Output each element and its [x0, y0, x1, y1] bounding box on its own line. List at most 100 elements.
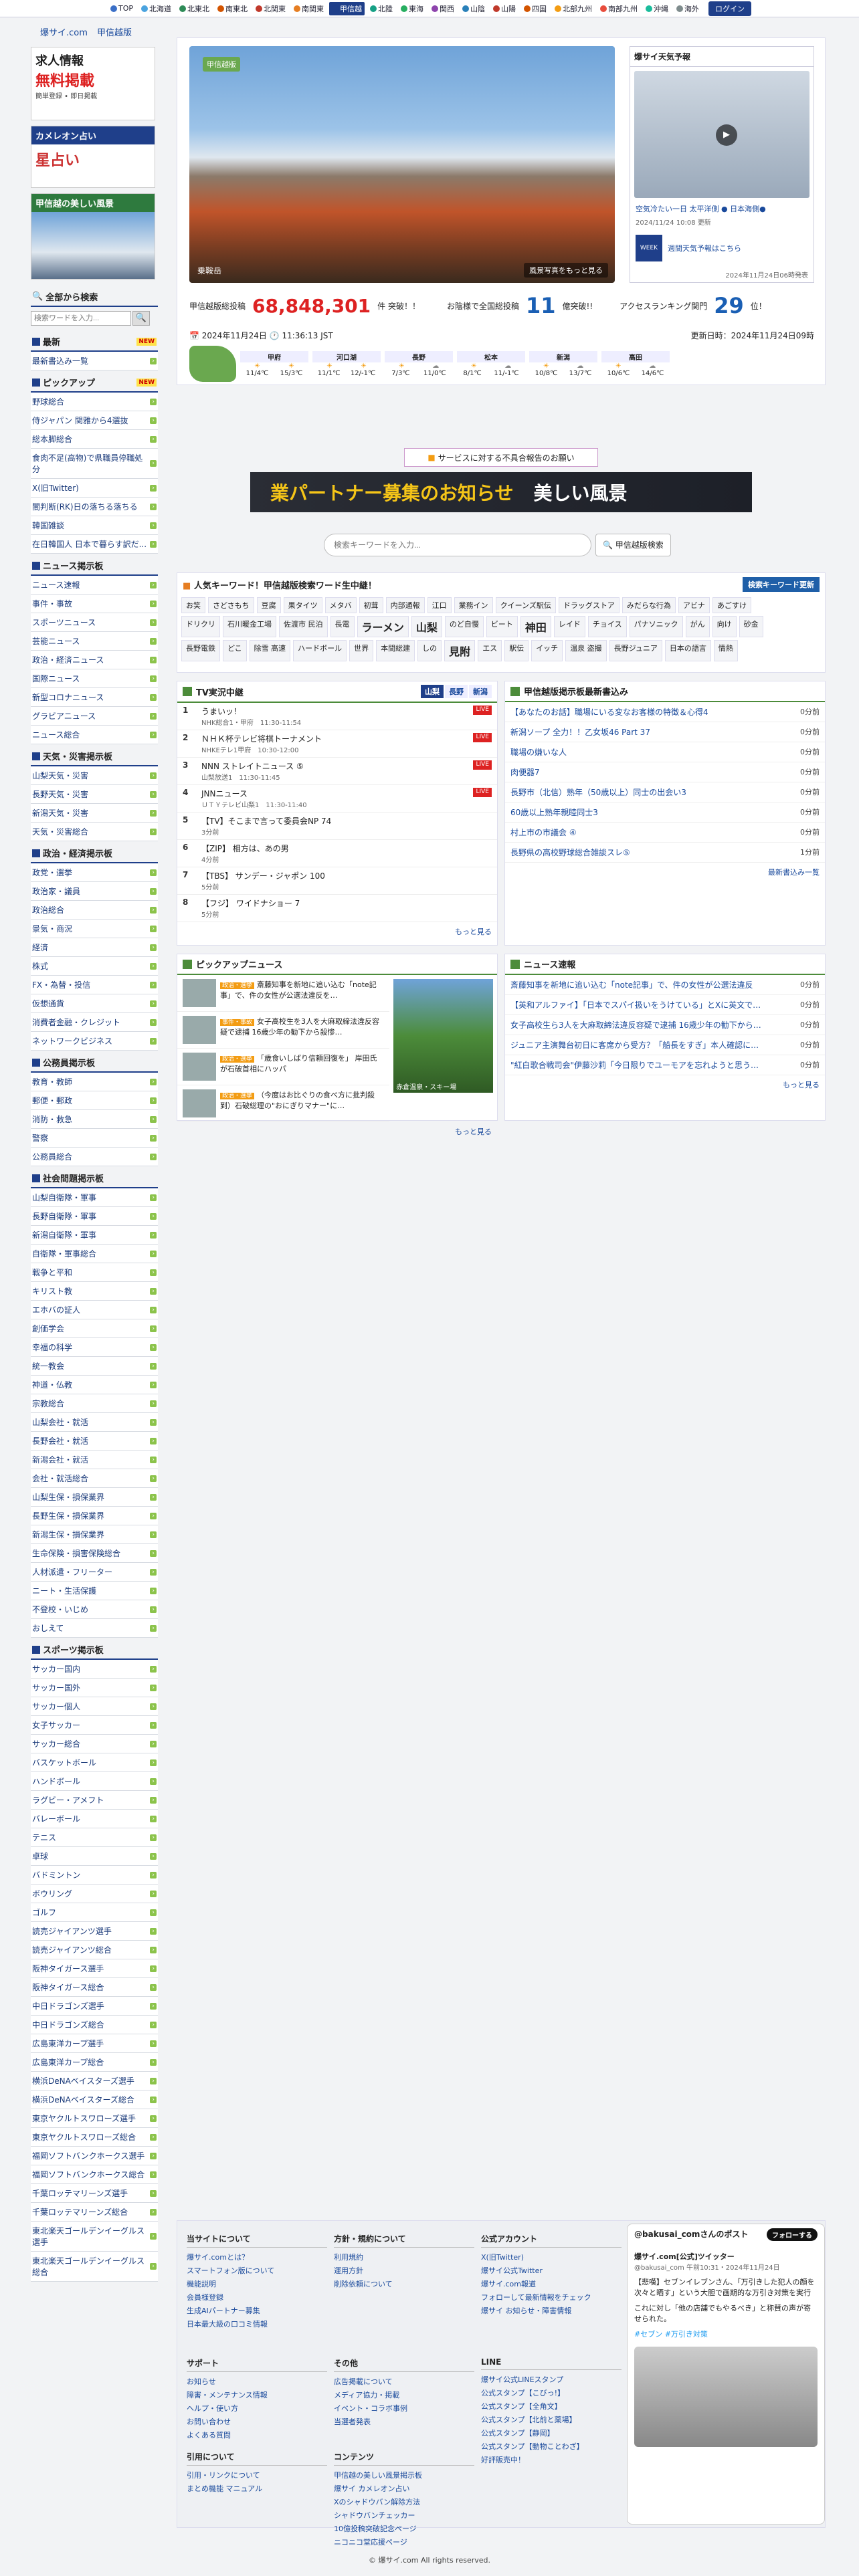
- sidebar-item[interactable]: 韓国雑談 ›: [31, 516, 158, 535]
- sidebar-item[interactable]: 創価学会 ›: [31, 1319, 158, 1338]
- sidebar-item[interactable]: 消費者金融・クレジット ›: [31, 1013, 158, 1032]
- sidebar-item[interactable]: 千葉ロッテマリーンズ選手 ›: [31, 2184, 158, 2203]
- thread-item[interactable]: 新潟ソープ 全力！！乙女坂46 Part 37 0分前: [505, 722, 825, 742]
- sidebar-item[interactable]: バスケットボール ›: [31, 1753, 158, 1772]
- tab-1[interactable]: 長野: [445, 685, 468, 698]
- week-forecast-link[interactable]: WEEK 週間天気予報はこちら: [636, 235, 808, 261]
- threads-more-link[interactable]: 最新書込み一覧: [505, 863, 825, 881]
- keyword-chip[interactable]: 業務イン: [454, 597, 493, 613]
- tv-more-link[interactable]: もっと見る: [177, 922, 497, 941]
- bottom-search-input[interactable]: [324, 534, 591, 556]
- region-link[interactable]: 北関東: [253, 2, 288, 15]
- sidebar-item[interactable]: 横浜DeNAベイスターズ選手 ›: [31, 2072, 158, 2090]
- sidebar-item[interactable]: 株式 ›: [31, 957, 158, 976]
- recruit-ad-banner[interactable]: 求人情報 無料掲載 簡単登録 • 即日掲載: [31, 47, 155, 120]
- footer-link[interactable]: 利用規約: [334, 2250, 474, 2264]
- pickup-item[interactable]: 政治・選挙 （今度はお比ぐりの食べ方に批判殺到）石破総理の"おにぎりマナー"に…: [177, 1085, 390, 1122]
- sidebar-item[interactable]: 新潟天気・災害 ›: [31, 804, 158, 823]
- pickup-image[interactable]: 赤倉温泉・スキー場: [393, 979, 493, 1093]
- sidebar-item[interactable]: サッカー個人 ›: [31, 1697, 158, 1716]
- sidebar-item[interactable]: 消防・救急 ›: [31, 1110, 158, 1129]
- region-link[interactable]: 東海: [398, 2, 426, 15]
- sidebar-item[interactable]: ラグビー・アメフト ›: [31, 1791, 158, 1810]
- footer-link[interactable]: 機能説明: [187, 2277, 327, 2290]
- footer-link[interactable]: X(旧Twitter): [481, 2250, 622, 2264]
- sidebar-item[interactable]: サッカー総合 ›: [31, 1735, 158, 1753]
- thread-item[interactable]: 長野市（北信）熟年（50歳以上）同士の出会い3 0分前: [505, 782, 825, 802]
- footer-link[interactable]: スマートフォン版について: [187, 2264, 327, 2277]
- sidebar-item[interactable]: 生命保険・損害保険総合 ›: [31, 1544, 158, 1563]
- sidebar-item[interactable]: グラビアニュース ›: [31, 707, 158, 726]
- keyword-chip[interactable]: 砂金: [739, 616, 763, 637]
- sidebar-item[interactable]: 芸能ニュース ›: [31, 632, 158, 651]
- region-link[interactable]: 甲信越: [329, 1, 365, 15]
- sidebar-item[interactable]: 闇判断(RK)日の落ちる落ちる ›: [31, 498, 158, 516]
- sidebar-item[interactable]: 警察 ›: [31, 1129, 158, 1148]
- footer-link[interactable]: 好評販売中！: [481, 2453, 622, 2466]
- pickup-item[interactable]: 事件・事故 女子高校生を3人を大麻取締法違反容疑で逮捕 16歳少年の勧下から殺惨…: [177, 1012, 390, 1049]
- footer-link[interactable]: メディア協力・掲載: [334, 2388, 474, 2401]
- region-map-icon[interactable]: [189, 346, 236, 382]
- sidebar-item[interactable]: テニス ›: [31, 1828, 158, 1847]
- sidebar-item[interactable]: 事件・事故 ›: [31, 595, 158, 613]
- region-link[interactable]: 北東北: [177, 2, 212, 15]
- footer-link[interactable]: 公式スタンプ【全角文】: [481, 2399, 622, 2413]
- news-item[interactable]: ジュニア主演舞台初日に客席から受方？「船長をすぎ」本人確認に… 0分前: [505, 1035, 825, 1055]
- sidebar-item[interactable]: 最新書込み一覧 ›: [31, 352, 158, 370]
- footer-link[interactable]: 障害・メンテナンス情報: [187, 2388, 327, 2401]
- sidebar-item[interactable]: 長野天気・災害 ›: [31, 785, 158, 804]
- sidebar-item[interactable]: ネットワークビジネス ›: [31, 1032, 158, 1051]
- keyword-chip[interactable]: 神田: [520, 616, 551, 637]
- hero-more-button[interactable]: 風景写真をもっと見る: [524, 263, 608, 278]
- news-item[interactable]: 【英和アルファイ】「日本でスパイ扱いをうけている」とXに英文で… 0分前: [505, 995, 825, 1015]
- footer-link[interactable]: 爆サイ公式Twitter: [481, 2264, 622, 2277]
- sidebar-item[interactable]: 卓球 ›: [31, 1847, 158, 1866]
- footer-link[interactable]: 爆サイ カメレオン占い: [334, 2482, 474, 2495]
- sidebar-item[interactable]: 阪神タイガース選手 ›: [31, 1959, 158, 1978]
- news-item[interactable]: 女子高校生ら3人を大麻取締法違反容疑で逮捕 16歳少年の勧下から… 0分前: [505, 1015, 825, 1035]
- sidebar-item[interactable]: 会社・就活総合 ›: [31, 1469, 158, 1488]
- sidebar-item[interactable]: 政治家・議員 ›: [31, 882, 158, 901]
- footer-link[interactable]: 広告掲載について: [334, 2375, 474, 2388]
- sidebar-item[interactable]: バレーボール ›: [31, 1810, 158, 1828]
- tv-item[interactable]: 3 NNN ストレイトニュース ⑤ 山梨放送1 11:30-11:45 LIVE: [177, 758, 497, 785]
- sidebar-item[interactable]: 福岡ソフトバンクホークス選手 ›: [31, 2147, 158, 2165]
- thread-item[interactable]: 長野県の高校野球総合雑談スレ⑤ 1分前: [505, 843, 825, 863]
- sidebar-item[interactable]: 千葉ロッテマリーンズ総合 ›: [31, 2203, 158, 2222]
- keyword-chip[interactable]: 江口: [427, 597, 452, 613]
- sidebar-item[interactable]: ニート・生活保護 ›: [31, 1582, 158, 1600]
- sidebar-item[interactable]: 中日ドラゴンズ総合 ›: [31, 2016, 158, 2034]
- sidebar-item[interactable]: ニュース総合 ›: [31, 726, 158, 744]
- footer-link[interactable]: 公式スタンプ【こびっ!】: [481, 2386, 622, 2399]
- footer-link[interactable]: イベント・コラボ事例: [334, 2401, 474, 2415]
- footer-link[interactable]: ニコニコ堂応援ページ: [334, 2535, 474, 2549]
- news-item[interactable]: 斎藤知事を新地に追い込む「note記事」で、件の女性が公選法違反 0分前: [505, 975, 825, 995]
- sidebar-item[interactable]: 不登校・いじめ ›: [31, 1600, 158, 1619]
- footer-link[interactable]: 公式スタンプ【北前と薬場】: [481, 2413, 622, 2426]
- forecast-city[interactable]: 河口湖 ☀ ☀ 11/1℃ 12/-1℃: [312, 350, 381, 377]
- keyword-chip[interactable]: 除雪 高速: [249, 640, 291, 661]
- twitter-follow-button[interactable]: フォローする: [767, 2228, 818, 2241]
- sidebar-item[interactable]: サッカー国内 ›: [31, 1660, 158, 1679]
- sidebar-item[interactable]: ボウリング ›: [31, 1885, 158, 1903]
- sidebar-item[interactable]: 郵便・郵政 ›: [31, 1091, 158, 1110]
- weather-video[interactable]: ▶: [634, 71, 809, 198]
- sidebar-item[interactable]: 統一教会 ›: [31, 1357, 158, 1376]
- forecast-city[interactable]: 長野 ☀ ☁ 7/3℃ 11/0℃: [385, 350, 453, 377]
- sidebar-item[interactable]: バドミントン ›: [31, 1866, 158, 1885]
- breadcrumb-home[interactable]: 爆サイ.com: [40, 28, 88, 38]
- region-link[interactable]: TOP: [108, 3, 136, 14]
- thread-item[interactable]: 職場の嫌いな人 0分前: [505, 742, 825, 762]
- keyword-chip[interactable]: ハードボール: [293, 640, 347, 661]
- region-link[interactable]: 沖縄: [643, 2, 671, 15]
- keyword-chip[interactable]: さどさもち: [208, 597, 254, 613]
- keyword-chip[interactable]: お笑: [181, 597, 205, 613]
- thread-item[interactable]: 肉便器7 0分前: [505, 762, 825, 782]
- region-link[interactable]: 山陰: [460, 2, 488, 15]
- footer-link[interactable]: 当選者発表: [334, 2415, 474, 2428]
- keyword-chip[interactable]: 温泉 盗撮: [565, 640, 607, 661]
- keyword-chip[interactable]: あごすけ: [712, 597, 752, 613]
- keyword-chip[interactable]: 長野電鉄: [181, 640, 220, 661]
- news-more-link[interactable]: もっと見る: [505, 1075, 825, 1094]
- pickup-item[interactable]: 政治・選挙 斎藤知事を新地に追い込む「note記事」で、件の女性が公選法違反を…: [177, 975, 390, 1012]
